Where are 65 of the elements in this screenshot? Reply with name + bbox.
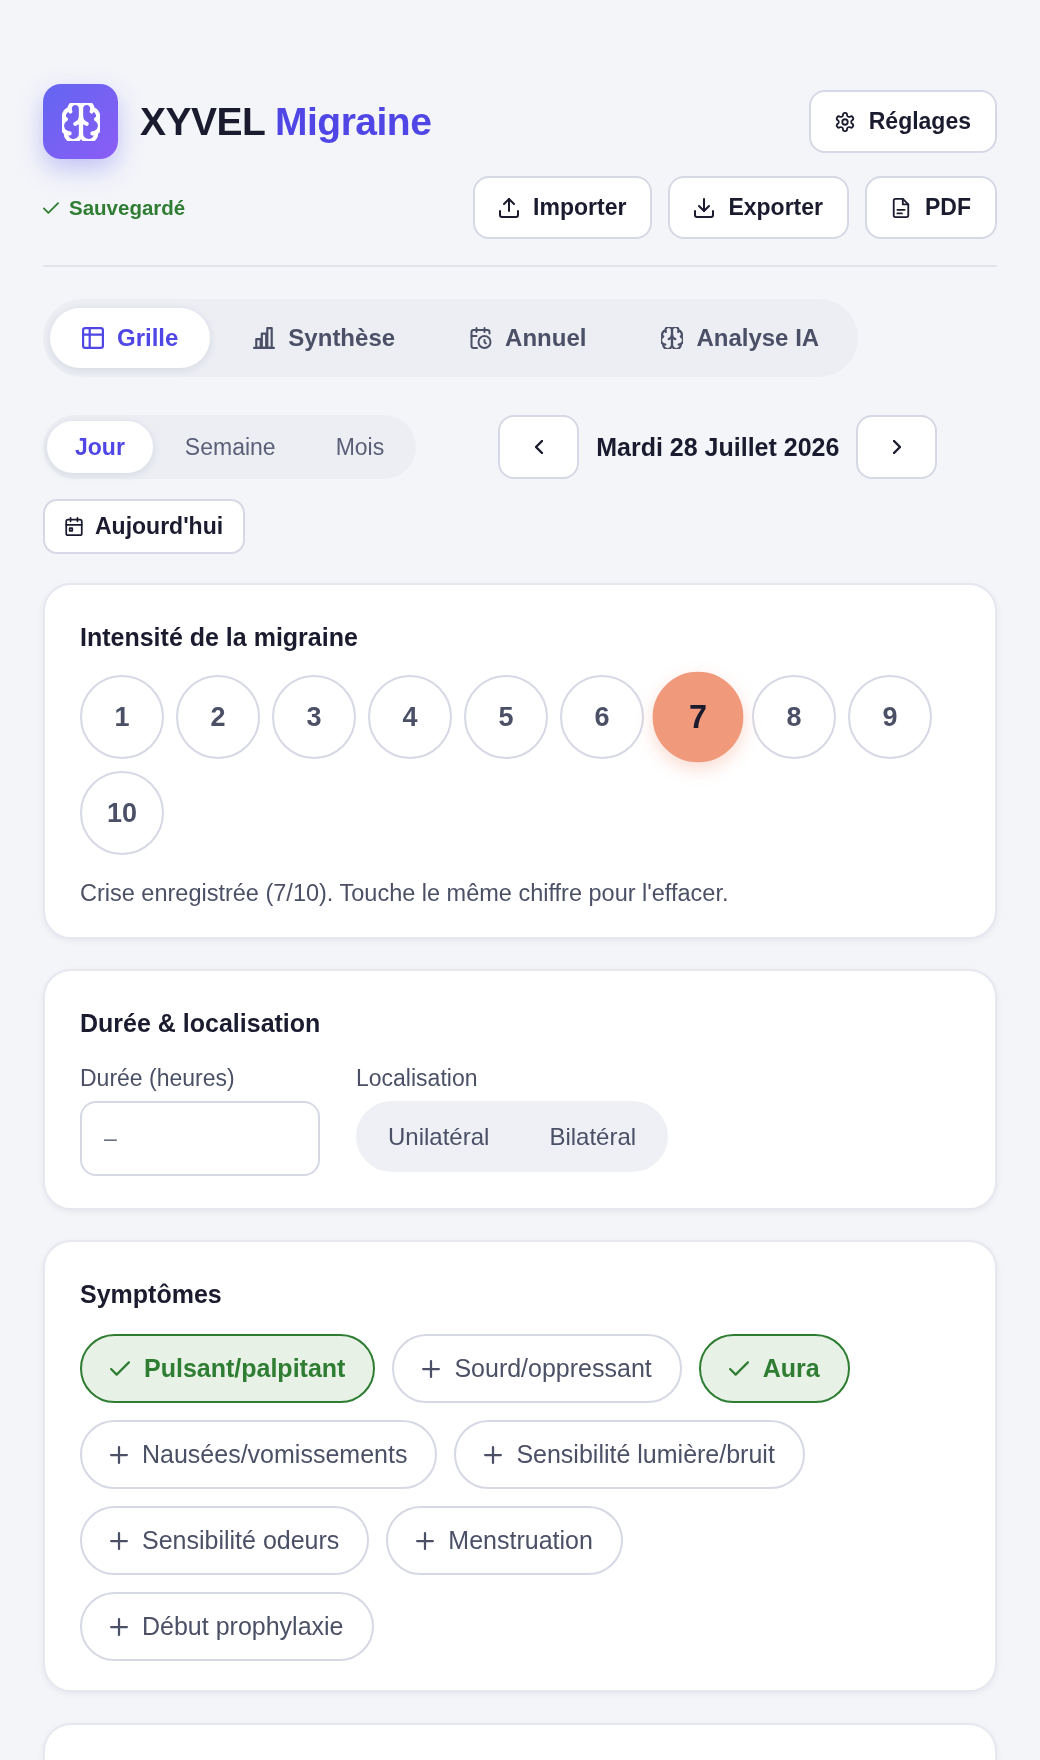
tab[interactable]: Grille: [50, 308, 211, 368]
intensity-option[interactable]: 8: [752, 675, 836, 759]
intensity-option[interactable]: 4: [368, 675, 452, 759]
intensity-option[interactable]: 3: [272, 675, 356, 759]
symptom-chip[interactable]: Nausées/vomissements: [80, 1420, 438, 1489]
chevron-left-icon: [534, 440, 543, 454]
import-button[interactable]: Importer: [473, 176, 653, 239]
export-button[interactable]: Exporter: [668, 176, 849, 239]
view-mode-option[interactable]: Mois: [307, 421, 413, 473]
check-icon: [110, 1361, 130, 1376]
bar-chart-icon: [253, 327, 276, 349]
settings-icon: [834, 111, 855, 132]
settings-button[interactable]: Réglages: [808, 90, 997, 153]
plus-icon: [422, 1359, 441, 1378]
save-status: Sauvegardé: [69, 195, 186, 220]
location-option[interactable]: Bilatéral: [521, 1105, 665, 1168]
plus-icon: [110, 1445, 128, 1464]
plus-icon: [484, 1445, 503, 1464]
intensity-note: Crise enregistrée (7/10). Touche le même chiffre pour l'effacer.: [80, 879, 730, 907]
duration-field[interactable]: –: [80, 1101, 320, 1176]
intensity-option[interactable]: 10: [80, 771, 164, 855]
next-day-button[interactable]: [856, 415, 938, 479]
download-icon: [694, 197, 715, 218]
intensity-option[interactable]: 9: [848, 675, 932, 759]
field-label: Durée (heures): [80, 1065, 236, 1091]
calendar-clock-icon: [470, 327, 493, 349]
view-mode-option[interactable]: Jour: [47, 421, 153, 473]
check-icon: [728, 1361, 749, 1376]
tab[interactable]: Synthèse: [221, 308, 428, 368]
symptom-chip[interactable]: Sensibilité lumière/bruit: [454, 1420, 805, 1489]
check-icon: [43, 199, 59, 216]
previous-day-button[interactable]: [498, 415, 580, 479]
plus-icon: [110, 1531, 128, 1550]
intensity-option[interactable]: 7: [652, 671, 744, 763]
location-option[interactable]: Unilatéral: [360, 1105, 518, 1168]
chevron-right-icon: [892, 440, 901, 454]
card-title: Durée & localisation: [80, 1008, 322, 1039]
intensity-option[interactable]: 6: [560, 675, 644, 759]
brain-logo-icon: [43, 84, 118, 159]
calendar-icon: [65, 517, 83, 536]
intensity-option[interactable]: 1: [80, 675, 164, 759]
plus-icon: [416, 1531, 435, 1550]
intensity-option[interactable]: 5: [464, 675, 548, 759]
symptom-chip[interactable]: Menstruation: [386, 1506, 623, 1575]
symptom-chip[interactable]: Début prophylaxie: [80, 1592, 374, 1661]
today-button[interactable]: Aujourd'hui: [43, 499, 246, 554]
card-title: Symptômes: [80, 1279, 223, 1310]
symptom-chip[interactable]: Sensibilité odeurs: [80, 1506, 370, 1575]
current-date: Mardi 28 Juillet 2026: [596, 432, 840, 462]
pdf-button[interactable]: PDF: [865, 176, 997, 239]
tab[interactable]: Annuel: [438, 308, 619, 368]
file-icon: [891, 197, 911, 218]
grid-icon: [82, 327, 104, 349]
symptom-chip[interactable]: Sourd/oppressant: [392, 1334, 682, 1403]
app-title: XYVEL Migraine: [140, 99, 432, 144]
tab[interactable]: Analyse IA: [629, 308, 852, 368]
symptom-chip[interactable]: Aura: [698, 1334, 850, 1403]
symptom-chip[interactable]: Pulsant/palpitant: [80, 1334, 376, 1403]
card-title: Intensité de la migraine: [80, 622, 359, 653]
view-mode-option[interactable]: Semaine: [156, 421, 304, 473]
brain-icon: [661, 327, 684, 349]
upload-icon: [499, 197, 520, 218]
field-label: Localisation: [356, 1065, 479, 1091]
plus-icon: [110, 1617, 128, 1636]
intensity-option[interactable]: 2: [176, 675, 260, 759]
